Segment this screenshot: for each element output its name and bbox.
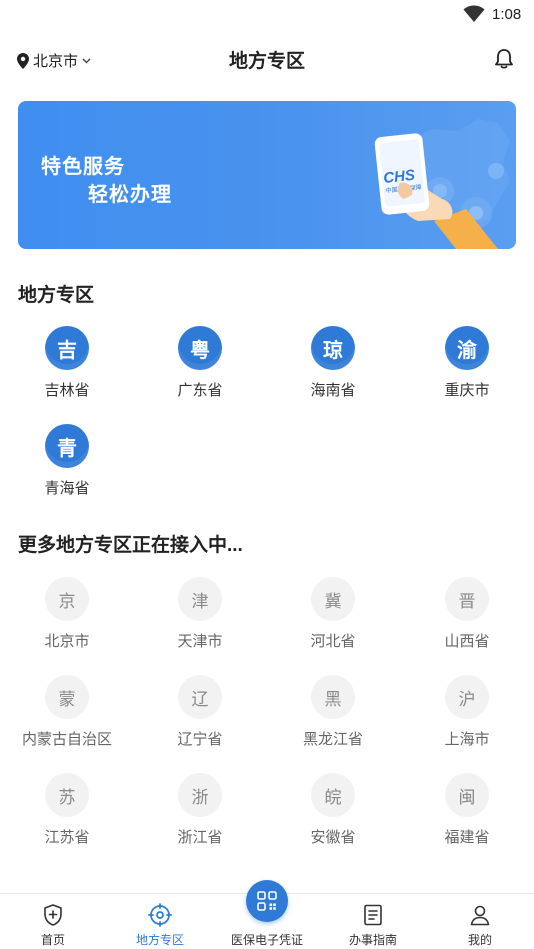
region-item-shanxi: 晋 山西省 <box>400 577 534 651</box>
region-label: 辽宁省 <box>177 731 223 748</box>
tab-mine[interactable]: 我的 <box>427 894 533 949</box>
region-label: 吉林省 <box>44 382 90 399</box>
tab-home[interactable]: 首页 <box>0 894 106 949</box>
region-item-heilongjiang: 黑 黑龙江省 <box>266 675 400 749</box>
promo-banner[interactable]: 特色服务 轻松办理 CHS 中国医疗保障 <box>18 101 516 249</box>
tab-label: 我的 <box>467 933 492 947</box>
banner-line-1: 特色服务 <box>41 156 125 178</box>
user-icon <box>470 905 490 926</box>
status-bar: 1:08 <box>0 0 534 30</box>
e-voucher-qr-button[interactable] <box>246 880 288 922</box>
region-label: 上海市 <box>444 731 490 748</box>
qr-code-icon <box>257 891 277 911</box>
region-badge-icon: 琼 <box>311 326 355 370</box>
region-item-liaoning: 辽 辽宁省 <box>133 675 267 749</box>
region-item-beijing: 京 北京市 <box>0 577 134 651</box>
region-label: 海南省 <box>310 382 356 399</box>
region-item-shanghai: 沪 上海市 <box>400 675 534 749</box>
region-label: 北京市 <box>44 633 90 650</box>
region-label: 重庆市 <box>444 382 490 399</box>
section-title-coming: 更多地方专区正在接入中... <box>18 535 243 556</box>
region-badge-icon: 黑 <box>311 675 355 719</box>
region-item-qinghai[interactable]: 青 青海省 <box>0 424 134 498</box>
region-item-jilin[interactable]: 吉 吉林省 <box>0 326 134 400</box>
region-badge-icon: 苏 <box>45 773 89 817</box>
region-label: 福建省 <box>444 829 490 846</box>
region-item-anhui: 皖 安徽省 <box>266 773 400 847</box>
top-header: 北京市 地方专区 <box>0 36 534 80</box>
tab-label: 首页 <box>40 933 65 947</box>
region-item-jiangsu: 苏 江苏省 <box>0 773 134 847</box>
region-badge-icon: 沪 <box>445 675 489 719</box>
region-item-neimenggu: 蒙 内蒙古自治区 <box>0 675 134 749</box>
tab-label: 医保电子凭证 <box>230 933 303 947</box>
region-label: 江苏省 <box>44 829 90 846</box>
region-badge-icon: 粤 <box>178 326 222 370</box>
region-item-guangdong[interactable]: 粤 广东省 <box>133 326 267 400</box>
section-title-active: 地方专区 <box>18 285 95 306</box>
region-item-tianjin: 津 天津市 <box>133 577 267 651</box>
tab-label: 地方专区 <box>135 933 184 947</box>
page-title: 地方专区 <box>228 51 305 72</box>
region-badge-icon: 冀 <box>311 577 355 621</box>
region-item-fujian: 闽 福建省 <box>400 773 534 847</box>
tab-local-zone[interactable]: 地方专区 <box>107 894 213 949</box>
region-label: 河北省 <box>310 633 356 650</box>
region-badge-icon: 蒙 <box>45 675 89 719</box>
region-label: 广东省 <box>177 382 223 399</box>
region-badge-icon: 辽 <box>178 675 222 719</box>
region-label: 黑龙江省 <box>302 731 363 748</box>
shield-plus-icon <box>44 904 62 926</box>
banner-brand: CHS <box>382 167 415 187</box>
region-badge-icon: 渝 <box>445 326 489 370</box>
region-label: 山西省 <box>444 633 490 650</box>
region-label: 浙江省 <box>177 829 223 846</box>
document-icon <box>364 904 382 926</box>
bell-icon[interactable] <box>494 48 514 70</box>
region-label: 安徽省 <box>310 829 356 846</box>
region-item-chongqing[interactable]: 渝 重庆市 <box>400 326 534 400</box>
region-badge-icon: 晋 <box>445 577 489 621</box>
region-badge-icon: 浙 <box>178 773 222 817</box>
region-item-hainan[interactable]: 琼 海南省 <box>266 326 400 400</box>
region-badge-icon: 青 <box>45 424 89 468</box>
tab-guide[interactable]: 办事指南 <box>320 894 426 949</box>
region-item-hebei: 冀 河北省 <box>266 577 400 651</box>
banner-line-2: 轻松办理 <box>88 184 172 206</box>
region-label: 青海省 <box>44 480 90 497</box>
region-badge-icon: 京 <box>45 577 89 621</box>
region-badge-icon: 闽 <box>445 773 489 817</box>
region-badge-icon: 皖 <box>311 773 355 817</box>
tab-label: 办事指南 <box>348 933 397 947</box>
location-target-icon <box>148 903 172 927</box>
region-item-zhejiang: 浙 浙江省 <box>133 773 267 847</box>
phone-map-illustration: CHS 中国医疗保障 <box>374 119 510 249</box>
region-label: 内蒙古自治区 <box>21 731 112 748</box>
region-badge-icon: 吉 <box>45 326 89 370</box>
wifi-icon <box>463 5 485 22</box>
clock: 1:08 <box>492 6 522 23</box>
region-label: 天津市 <box>177 633 223 650</box>
region-badge-icon: 津 <box>178 577 222 621</box>
